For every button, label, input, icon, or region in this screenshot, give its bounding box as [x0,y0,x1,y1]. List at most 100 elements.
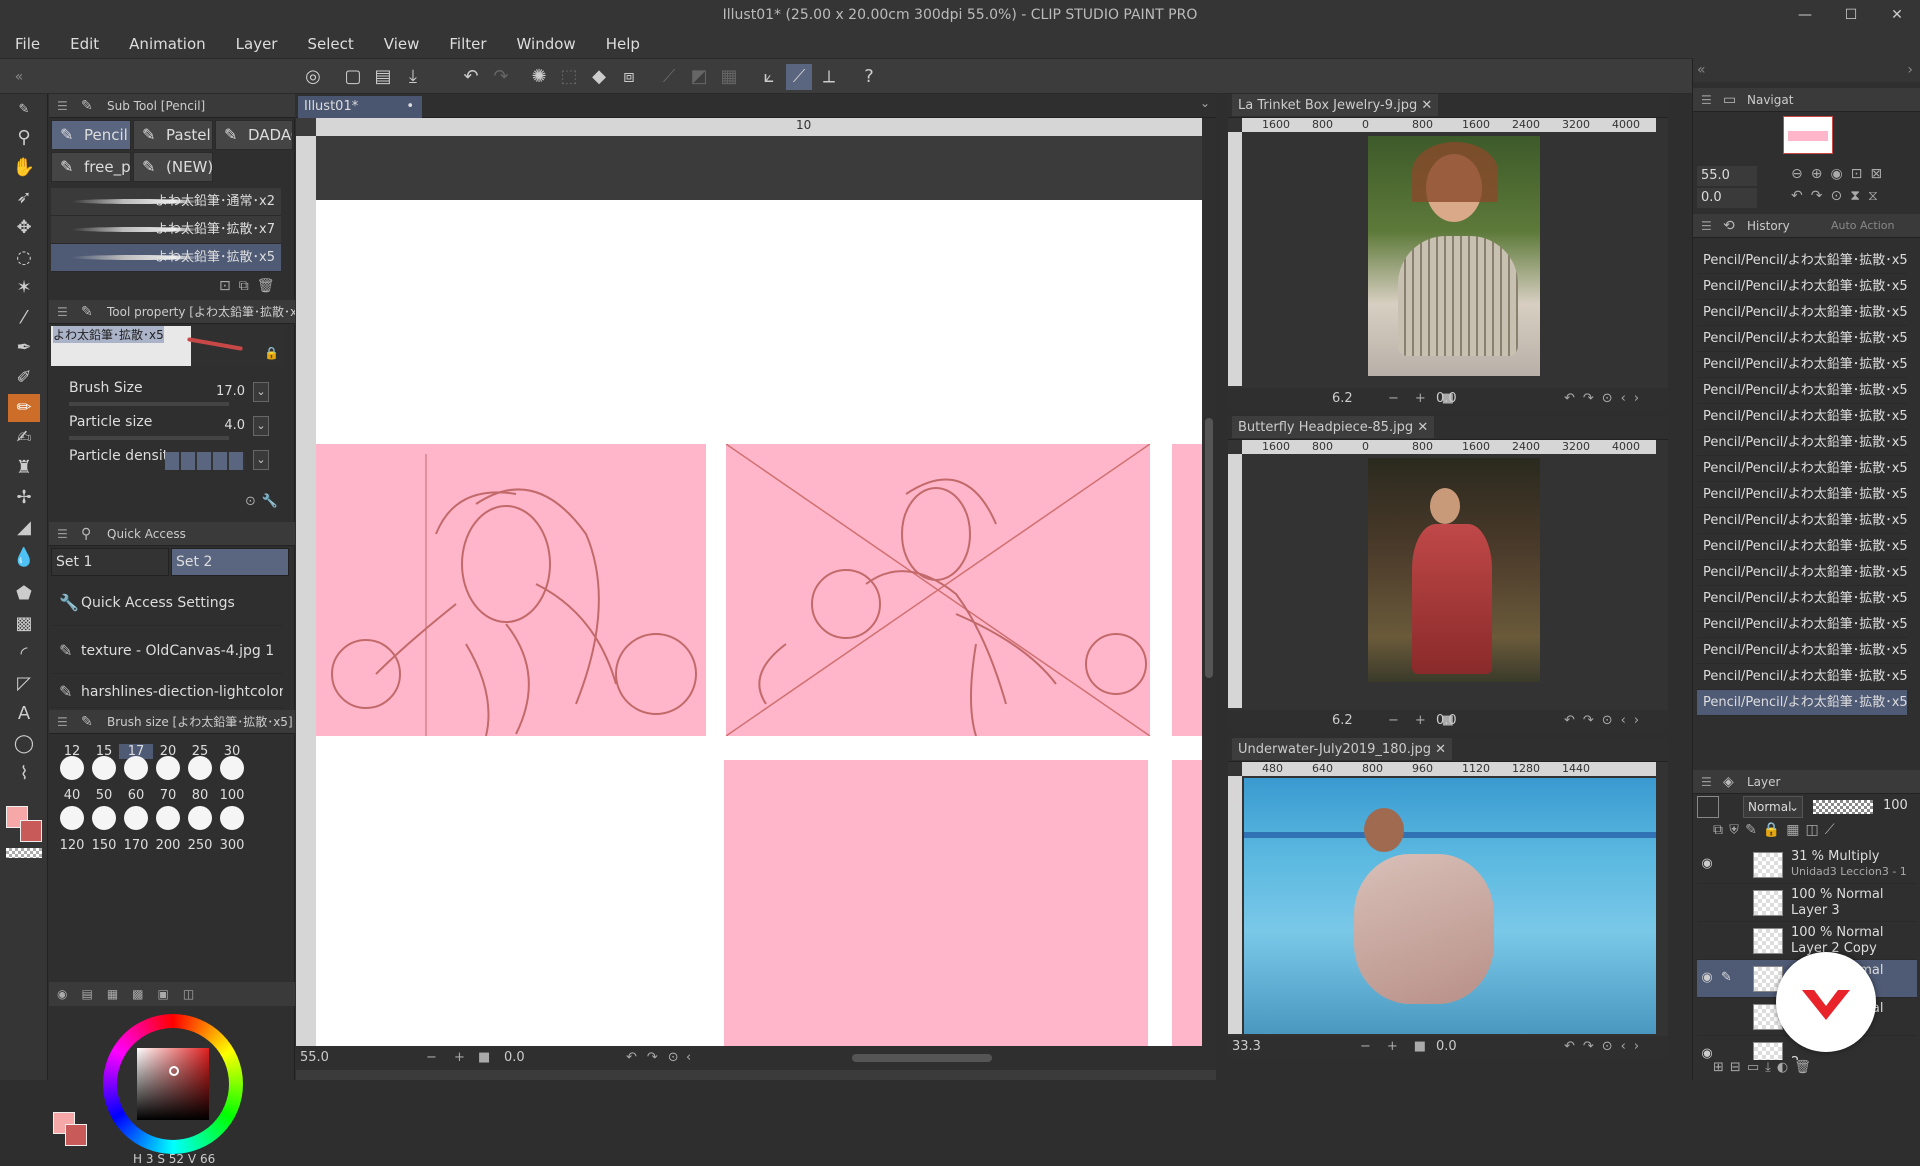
history-item[interactable]: Pencil/Pencil/よわ太鉛筆･拡散･x5 [1697,690,1907,716]
history-item[interactable]: Pencil/Pencil/よわ太鉛筆･拡散･x5 [1697,248,1907,274]
blend-mode-select[interactable]: Normal ⌄ [1743,796,1803,818]
reference-photo-3[interactable] [1244,778,1656,1034]
brush-size-dot[interactable] [92,756,116,780]
sub-color-swatch[interactable] [20,820,42,842]
brush-size-dot[interactable] [156,756,180,780]
move-tool-icon[interactable]: ✥ [8,214,40,242]
panel-menu-icon[interactable]: ☰ [1701,770,1712,793]
duplicate-subtool-icon[interactable]: ⧉ [239,278,257,294]
canvas-zoom-value[interactable]: 55.0 [300,1046,329,1070]
sub-color-icon[interactable] [65,1124,87,1146]
ruler-icon[interactable]: ⟋ [1825,822,1841,838]
particle-density-row[interactable]: Particle density ⌄ [51,444,291,476]
fit-icon[interactable]: ■ [478,1046,490,1070]
brush-item[interactable]: よわ太鉛筆･通常･x2 [51,188,281,216]
transparent-color-swatch[interactable] [6,848,42,858]
text-tool-icon[interactable]: A [8,700,40,728]
redo-icon[interactable]: ↷ [488,64,514,90]
close-tab-icon[interactable]: ✕ [1435,742,1446,757]
undo-icon[interactable]: ↶ [458,64,484,90]
history-item[interactable]: Pencil/Pencil/よわ太鉛筆･拡散･x5 [1697,378,1907,404]
opacity-value[interactable]: 100 [1883,798,1908,813]
menu-view[interactable]: View [369,35,435,53]
lock-transparent-icon[interactable]: ▦ [1786,822,1805,838]
settings-icon[interactable]: 🔧 [262,494,284,509]
subtool-tab-dadac[interactable]: ✎DADAC [215,120,293,150]
operation-tool-icon[interactable]: ➶ [8,184,40,212]
tab-dropdown-icon[interactable]: ⌄ [1200,96,1210,110]
decoration-tool-icon[interactable]: ✢ [8,484,40,512]
expand-right-icon[interactable]: › [1907,62,1913,78]
canvas-paper[interactable] [316,200,1202,1046]
history-item[interactable]: Pencil/Pencil/よわ太鉛筆･拡散･x5 [1697,274,1907,300]
snap-special-icon[interactable]: ⟋ [786,64,812,90]
subview-1-tab[interactable]: La Trinket Box Jewelry-9.jpg ✕ [1228,94,1668,118]
correct-line-icon[interactable]: ⌇ [8,760,40,788]
tab-illust01[interactable]: Illust01* • [298,96,422,118]
mask-icon[interactable]: ◫ [1805,822,1824,838]
history-item[interactable]: Pencil/Pencil/よわ太鉛筆･拡散･x5 [1697,638,1907,664]
tab-history[interactable]: History [1747,219,1790,233]
ruler-off-icon[interactable]: ⟋ [656,64,682,90]
brush-size-label[interactable]: 80 [183,788,217,803]
snap-grid-icon[interactable]: ⟂ [816,64,842,90]
snap-ruler-icon[interactable]: ⟀ [756,64,782,90]
eyedropper-icon[interactable]: ⁄ [8,304,40,332]
approx-color-tab-icon[interactable]: ▣ [158,987,183,1001]
pen-small-icon[interactable]: ✎ [8,96,40,124]
panel-menu-icon[interactable]: ☰ [57,300,68,323]
subview-2-tab[interactable]: Butterfly Headpiece-85.jpg ✕ [1228,416,1668,440]
brush-size-dot[interactable] [188,806,212,830]
navigator-angle-value[interactable]: 0.0 [1697,188,1757,208]
zoom-out-icon[interactable]: − [426,1046,437,1070]
brush-size-label[interactable]: 100 [215,788,249,803]
history-item[interactable]: Pencil/Pencil/よわ太鉛筆･拡散･x5 [1697,586,1907,612]
close-tab-icon[interactable]: ✕ [1417,420,1428,435]
brush-size-dot[interactable] [92,806,116,830]
panel-menu-icon[interactable]: ☰ [1701,214,1712,237]
navigator-preview[interactable] [1783,116,1833,154]
particle-size-slider[interactable] [69,436,229,440]
brush-size-label[interactable]: 150 [87,838,121,853]
reference-photo-1[interactable] [1368,136,1540,376]
color-slider-tab-icon[interactable]: ▤ [81,987,106,1001]
quick-access-settings[interactable]: 🔧 Quick Access Settings [51,580,283,626]
brush-size-label[interactable]: 250 [183,838,217,853]
brush-item[interactable]: よわ太鉛筆･拡散･x7 [51,216,281,244]
color-square[interactable] [137,1048,209,1120]
subview-2-angle[interactable]: 0.0 [1436,710,1457,732]
pencil-tool-icon[interactable]: ✏ [8,394,40,422]
collapse-right-icon[interactable]: « [1697,62,1706,78]
brush-size-dot[interactable] [220,756,244,780]
navigator-rotate-icons[interactable]: ↶↷⊙⧗⧖ [1791,188,1886,204]
canvas-hscroll[interactable] [852,1054,992,1062]
subview-3-rotate-icons[interactable]: ↶↷⊙‹› [1564,1036,1647,1058]
blend-tool-icon[interactable]: 💧 [8,544,40,572]
merge-down-icon[interactable]: ⤓ [1765,1060,1777,1075]
history-item[interactable]: Pencil/Pencil/よわ太鉛筆･拡散･x5 [1697,300,1907,326]
layer-row[interactable]: ◉ 31 % Multiply Unidad3 Leccion3 - 1 [1697,846,1917,884]
eye-icon[interactable]: ◉ [1697,856,1717,871]
navigator-zoom-icons[interactable]: ⊖⊕◉⊡⊠ [1791,166,1890,182]
opacity-slider[interactable] [1813,800,1873,814]
marker-tool-icon[interactable]: ✍ [8,424,40,452]
maximize-icon[interactable]: ☐ [1828,0,1874,30]
particle-density-pressure-icon[interactable]: ⌄ [253,450,269,470]
panel-menu-icon[interactable]: ☰ [57,710,68,733]
history-item[interactable]: Pencil/Pencil/よわ太鉛筆･拡散･x5 [1697,352,1907,378]
new-vector-layer-icon[interactable]: ⊟ [1730,1060,1747,1075]
menu-filter[interactable]: Filter [434,35,501,53]
quick-access-item[interactable]: ✎harshlines-diection-lightcolordyn [51,676,283,708]
color-wheel[interactable] [103,1014,243,1154]
history-item[interactable]: Pencil/Pencil/よわ太鉛筆･拡散･x5 [1697,560,1907,586]
subview-3-zoom-controls[interactable]: −+■ [1360,1036,1442,1058]
quick-access-set-2[interactable]: Set 2 [171,548,289,576]
open-file-icon[interactable]: ▤ [370,64,396,90]
frame-tool-icon[interactable]: ◸ [8,670,40,698]
history-item[interactable]: Pencil/Pencil/よわ太鉛筆･拡散･x5 [1697,326,1907,352]
menu-animation[interactable]: Animation [114,35,220,53]
eraser-tool-icon[interactable]: ◢ [8,514,40,542]
brush-size-label[interactable]: 60 [119,788,153,803]
history-item[interactable]: Pencil/Pencil/よわ太鉛筆･拡散･x5 [1697,430,1907,456]
menu-select[interactable]: Select [292,35,368,53]
